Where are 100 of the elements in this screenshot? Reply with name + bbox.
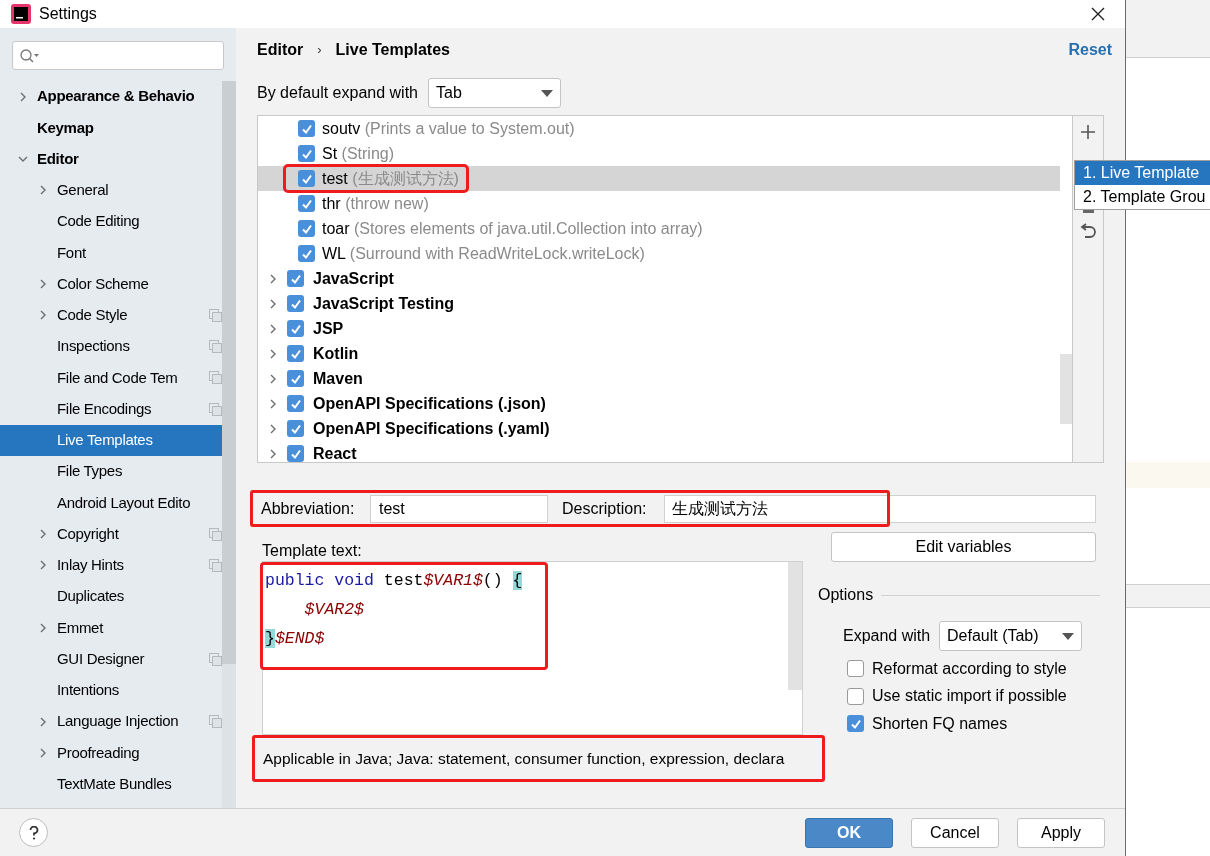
checkbox[interactable]	[847, 687, 864, 705]
chevron-icon[interactable]	[38, 716, 48, 727]
chevron-icon[interactable]	[38, 185, 48, 196]
template-row[interactable]: St (String)	[258, 141, 1060, 166]
chevron-icon[interactable]	[268, 373, 278, 384]
sidebar-item[interactable]: TextMate Bundles	[0, 768, 222, 800]
template-row[interactable]: thr (throw new)	[258, 191, 1060, 216]
chevron-icon[interactable]	[268, 298, 278, 309]
scrollbar[interactable]	[788, 562, 802, 690]
chevron-icon[interactable]	[268, 423, 278, 434]
sidebar-item[interactable]: GUI Designer	[0, 643, 222, 675]
checkbox[interactable]	[287, 370, 304, 387]
sidebar-item[interactable]: Copyright	[0, 518, 222, 550]
chevron-icon[interactable]	[38, 310, 48, 321]
chevron-icon[interactable]	[38, 279, 48, 290]
reset-link[interactable]: Reset	[1068, 38, 1112, 62]
chevron-icon[interactable]	[268, 273, 278, 284]
checkbox[interactable]	[847, 715, 864, 733]
help-button[interactable]	[19, 818, 48, 847]
expand-with-dropdown[interactable]: Default (Tab)	[939, 621, 1082, 651]
sidebar-item[interactable]: Code Editing	[0, 206, 222, 238]
expand-dropdown[interactable]: Tab	[428, 78, 561, 108]
template-row[interactable]: test (生成测试方法)	[258, 166, 1060, 191]
dialog-button[interactable]: Apply	[1017, 817, 1105, 848]
sidebar-item-label: Inlay Hints	[57, 555, 124, 576]
template-group-row[interactable]: JSP	[258, 316, 1060, 341]
check-icon	[289, 347, 302, 360]
checkbox[interactable]	[298, 145, 315, 162]
sidebar-item[interactable]: Live Templates	[0, 424, 222, 456]
sidebar-item[interactable]: Emmet	[0, 612, 222, 644]
sidebar-item[interactable]: Duplicates	[0, 581, 222, 613]
checkbox[interactable]	[287, 270, 304, 287]
checkbox[interactable]	[298, 120, 315, 137]
breadcrumb-item: Live Templates	[335, 40, 450, 60]
template-group-row[interactable]: Maven	[258, 366, 1060, 391]
scrollbar[interactable]	[1060, 354, 1072, 424]
checkbox[interactable]	[287, 320, 304, 337]
template-group-row[interactable]: OpenAPI Specifications (.json)	[258, 391, 1060, 416]
chevron-icon[interactable]	[268, 323, 278, 334]
check-icon	[289, 372, 302, 385]
edit-variables-button[interactable]: Edit variables	[831, 532, 1096, 562]
sidebar-item[interactable]: Inspections	[0, 331, 222, 363]
chevron-icon[interactable]	[268, 448, 278, 459]
template-group-row[interactable]: JavaScript Testing	[258, 291, 1060, 316]
template-group-row[interactable]: Kotlin	[258, 341, 1060, 366]
checkbox[interactable]	[287, 345, 304, 362]
abbreviation-field[interactable]: test	[370, 495, 548, 523]
chevron-icon[interactable]	[38, 529, 48, 540]
sidebar-item[interactable]: General	[0, 174, 222, 206]
chevron-icon[interactable]	[38, 560, 48, 571]
chevron-icon[interactable]	[38, 622, 48, 633]
sidebar-item[interactable]: Color Scheme	[0, 268, 222, 300]
template-row[interactable]: soutv (Prints a value to System.out)	[258, 116, 1060, 141]
template-label: St (String)	[322, 143, 395, 164]
chevron-icon[interactable]	[268, 398, 278, 409]
sidebar-item[interactable]: Intentions	[0, 674, 222, 706]
description-field[interactable]: 生成测试方法	[664, 495, 1096, 523]
sidebar-item[interactable]: File and Code Tem	[0, 362, 222, 394]
sidebar-item[interactable]: Proofreading	[0, 737, 222, 769]
checkbox[interactable]	[298, 245, 315, 262]
checkbox[interactable]	[298, 195, 315, 212]
template-row[interactable]: WL (Surround with ReadWriteLock.writeLock)	[258, 241, 1060, 266]
checkbox[interactable]	[287, 420, 304, 437]
sidebar-item[interactable]: Android Layout Edito	[0, 487, 222, 519]
sidebar-item[interactable]: Font	[0, 237, 222, 269]
chevron-icon[interactable]	[268, 348, 278, 359]
copy-icon	[209, 558, 222, 572]
check-icon	[300, 247, 313, 260]
sidebar-item[interactable]: Inlay Hints	[0, 549, 222, 581]
undo-icon[interactable]	[1079, 223, 1097, 241]
scrollbar[interactable]	[222, 81, 236, 808]
template-group-label: Kotlin	[313, 343, 359, 364]
dialog-button[interactable]: OK	[805, 817, 893, 848]
sidebar-item[interactable]: Language Injection	[0, 706, 222, 738]
menu-item[interactable]: 1. Live Template	[1075, 161, 1210, 185]
sidebar-item[interactable]: File Types	[0, 456, 222, 488]
checkbox[interactable]	[287, 395, 304, 412]
search-field[interactable]	[12, 41, 224, 70]
sidebar-item[interactable]: Editor	[0, 143, 222, 175]
sidebar-item[interactable]: Code Style	[0, 299, 222, 331]
template-row[interactable]: toar (Stores elements of java.util.Collection into array)	[258, 216, 1060, 241]
sidebar-item[interactable]: Keymap	[0, 112, 222, 144]
sidebar-item[interactable]: File Encodings	[0, 393, 222, 425]
add-icon[interactable]	[1081, 125, 1095, 139]
template-group-row[interactable]: OpenAPI Specifications (.yaml)	[258, 416, 1060, 441]
chevron-icon[interactable]	[38, 747, 48, 758]
checkbox[interactable]	[298, 220, 315, 237]
template-group-label: JavaScript	[313, 268, 394, 289]
checkbox[interactable]	[847, 660, 864, 678]
menu-item[interactable]: 2. Template Grou	[1075, 185, 1210, 209]
checkbox[interactable]	[287, 445, 304, 462]
template-group-row[interactable]: JavaScript	[258, 266, 1060, 291]
template-editor[interactable]: public void test$VAR1$() { $VAR2$ }$END$	[262, 561, 803, 735]
template-group-row[interactable]: React	[258, 441, 1060, 462]
checkbox[interactable]	[298, 170, 315, 187]
chevron-icon[interactable]	[18, 91, 28, 102]
close-icon[interactable]	[1091, 7, 1105, 21]
checkbox[interactable]	[287, 295, 304, 312]
dialog-button[interactable]: Cancel	[911, 817, 999, 848]
sidebar-item[interactable]: Appearance & Behavio	[0, 81, 222, 113]
